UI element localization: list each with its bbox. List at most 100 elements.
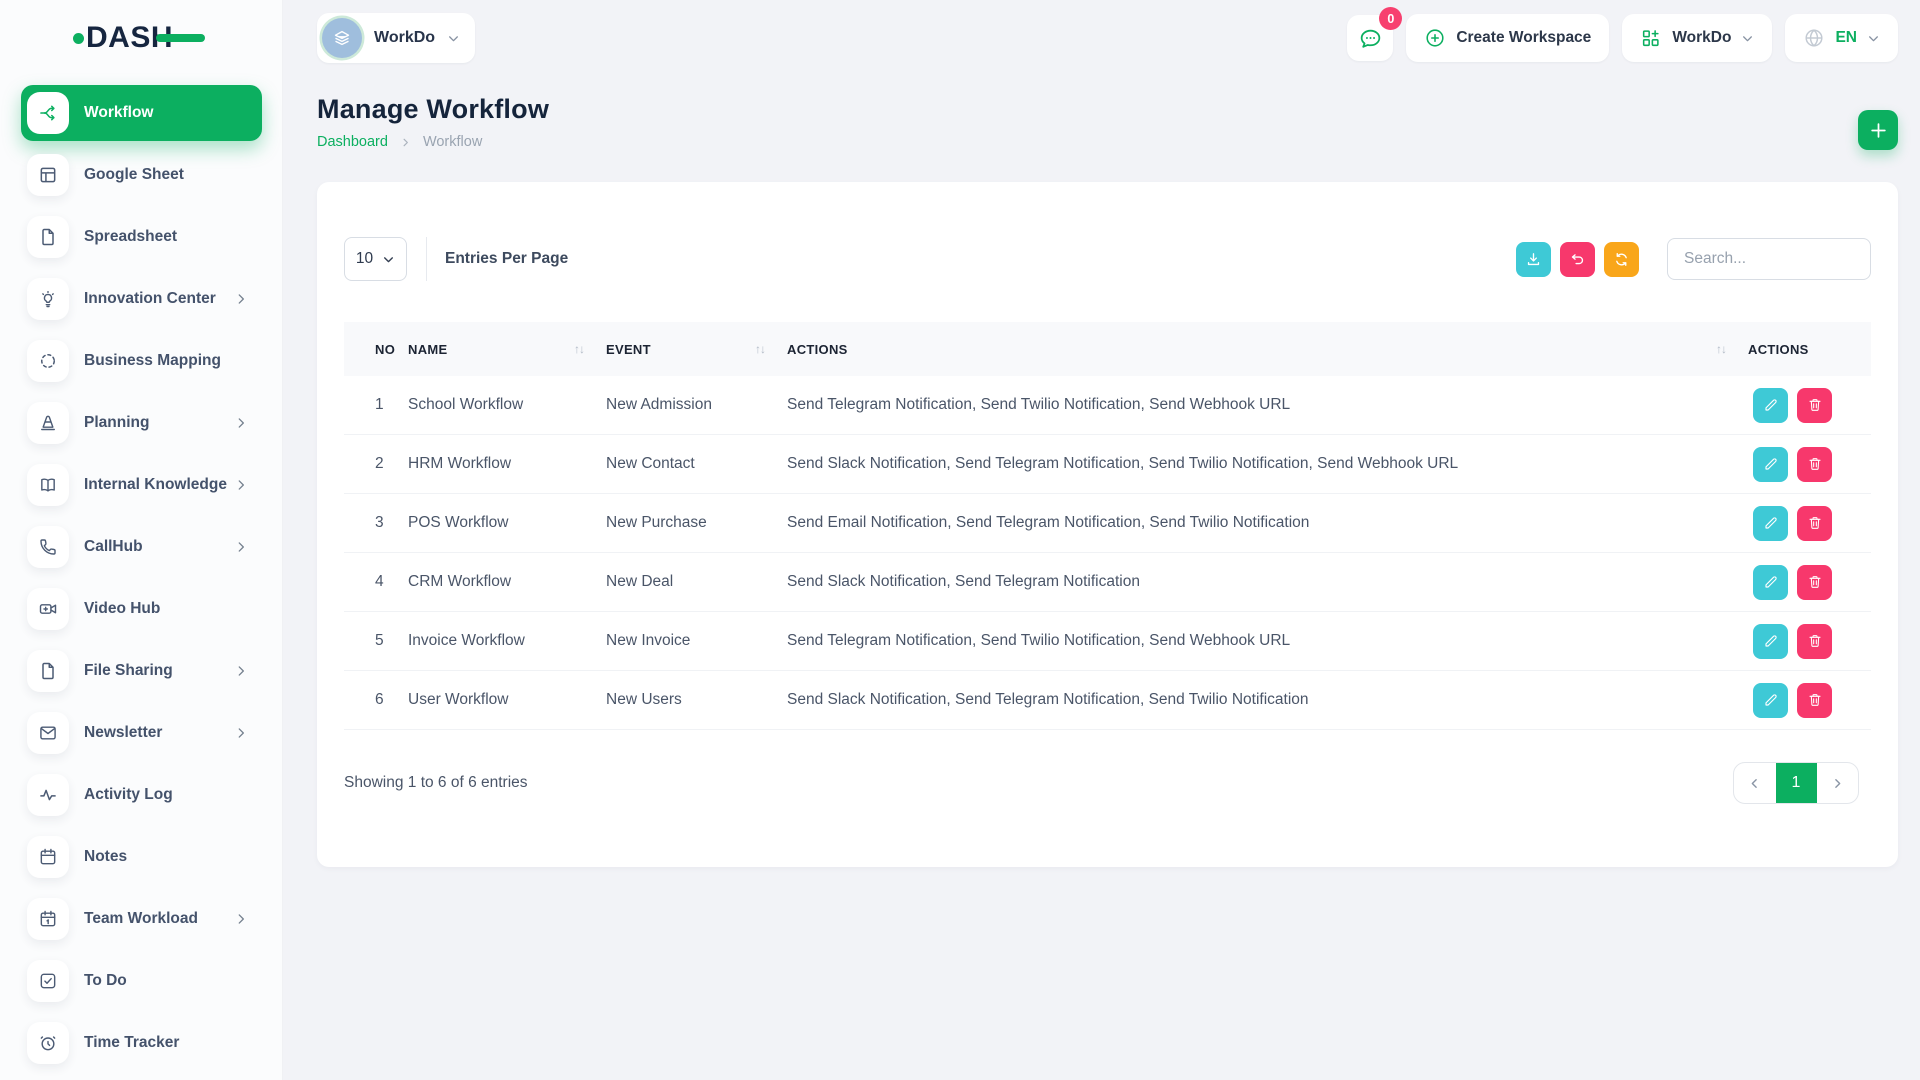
cell-no: 1 [344,396,408,414]
sidebar-item-innovation-center[interactable]: Innovation Center [21,271,262,327]
column-header-event-2[interactable]: EVENT↑↓ [606,342,787,357]
sidebar-item-label: CallHub [84,538,143,556]
sidebar-item-newsletter[interactable]: Newsletter [21,705,262,761]
create-workspace-button[interactable]: Create Workspace [1406,14,1609,62]
chevron-right-icon [234,726,248,740]
edit-button[interactable] [1753,388,1788,423]
workspace-avatar [322,18,362,58]
cell-name: Invoice Workflow [408,632,606,650]
sidebar-item-label: Video Hub [84,600,160,618]
delete-button[interactable] [1797,565,1832,600]
table-footer: Showing 1 to 6 of 6 entries 1 [344,762,1871,804]
edit-button[interactable] [1753,624,1788,659]
cell-no: 2 [344,455,408,473]
create-workspace-label: Create Workspace [1456,29,1591,47]
table-row: 4CRM WorkflowNew DealSend Slack Notifica… [344,553,1871,612]
spreadsheet-icon [27,216,69,258]
breadcrumb-current: Workflow [423,134,482,150]
sidebar-item-workflow[interactable]: Workflow [21,85,262,141]
add-workflow-button[interactable] [1858,110,1898,150]
sidebar-nav: Workflow Google Sheet Spreadsheet Innovatio… [0,76,282,1071]
refresh-icon [1613,251,1630,268]
cell-actions: Send Slack Notification, Send Telegram N… [787,573,1748,591]
column-header-name-1[interactable]: NAME↑↓ [408,342,606,357]
internal-knowledge-icon [27,464,69,506]
breadcrumb-dashboard-link[interactable]: Dashboard [317,134,388,150]
sidebar-item-business-mapping[interactable]: Business Mapping [21,333,262,389]
delete-button[interactable] [1797,506,1832,541]
language-label: EN [1835,29,1857,47]
table-header: NONAME↑↓EVENT↑↓ACTIONS↑↓ACTIONS [344,322,1871,376]
logo: DASH [0,0,282,76]
workflow-card: 10 Entries Per Page NONAME↑↓EVENT↑↓ACTIO… [317,182,1898,867]
cell-event: New Invoice [606,632,787,650]
toolbar-divider [426,237,427,281]
sidebar-item-video-hub[interactable]: Video Hub [21,581,262,637]
sidebar-item-callhub[interactable]: CallHub [21,519,262,575]
cell-event: New Purchase [606,514,787,532]
sidebar-item-spreadsheet[interactable]: Spreadsheet [21,209,262,265]
edit-button[interactable] [1753,447,1788,482]
notes-icon [27,836,69,878]
chevron-left-icon [1748,777,1761,790]
page-title: Manage Workflow [317,94,1898,125]
delete-button[interactable] [1797,683,1832,718]
chevron-right-icon [234,292,248,306]
chevron-down-icon [447,32,460,45]
cell-name: School Workflow [408,396,606,414]
entries-per-page-select[interactable]: 10 [344,237,407,281]
entries-per-page-value: 10 [356,250,373,268]
sidebar-item-team-workload[interactable]: Team Workload [21,891,262,947]
app-switcher[interactable]: WorkDo [1622,14,1772,62]
search-input[interactable] [1667,238,1871,280]
newsletter-icon [27,712,69,754]
sidebar-item-label: Internal Knowledge [84,476,227,494]
pagination-page-1[interactable]: 1 [1776,763,1817,803]
sidebar-item-label: Workflow [84,104,153,122]
chevron-right-icon [1831,777,1844,790]
sidebar-item-internal-knowledge[interactable]: Internal Knowledge [21,457,262,513]
cell-no: 5 [344,632,408,650]
delete-button[interactable] [1797,388,1832,423]
sidebar-item-file-sharing[interactable]: File Sharing [21,643,262,699]
column-header-actions-3[interactable]: ACTIONS↑↓ [787,342,1748,357]
language-selector[interactable]: EN [1785,14,1898,62]
chevron-right-icon [234,664,248,678]
app-switcher-label: WorkDo [1672,29,1731,47]
table-row: 5Invoice WorkflowNew InvoiceSend Telegra… [344,612,1871,671]
sidebar-item-to-do[interactable]: To Do [21,953,262,1009]
undo-icon [1569,251,1586,268]
delete-button[interactable] [1797,447,1832,482]
sidebar-item-planning[interactable]: Planning [21,395,262,451]
pagination-prev-button[interactable] [1734,763,1776,803]
cell-name: User Workflow [408,691,606,709]
sidebar-item-label: Business Mapping [84,352,221,370]
sidebar-item-google-sheet[interactable]: Google Sheet [21,147,262,203]
edit-button[interactable] [1753,565,1788,600]
edit-button[interactable] [1753,506,1788,541]
export-button[interactable] [1516,242,1551,277]
refresh-button[interactable] [1604,242,1639,277]
app-grid-icon [1640,27,1662,49]
plus-icon [1869,121,1888,140]
sidebar-item-label: Newsletter [84,724,162,742]
sidebar-item-time-tracker[interactable]: Time Tracker [21,1015,262,1071]
main-area: WorkDo 0 Create Workspace WorkDo EN [284,0,1920,867]
edit-button[interactable] [1753,683,1788,718]
sidebar-item-label: Innovation Center [84,290,216,308]
column-label: ACTIONS [1748,342,1809,357]
workspace-selector[interactable]: WorkDo [317,13,475,63]
pagination-next-button[interactable] [1817,763,1859,803]
messages-badge: 0 [1379,7,1402,30]
sidebar-item-notes[interactable]: Notes [21,829,262,885]
sidebar-item-activity-log[interactable]: Activity Log [21,767,262,823]
delete-button[interactable] [1797,624,1832,659]
messages-button[interactable]: 0 [1347,15,1393,61]
workspace-name: WorkDo [374,29,435,47]
sort-icon: ↑↓ [574,342,584,356]
table-body: 1School WorkflowNew AdmissionSend Telegr… [344,376,1871,730]
table-row: 2HRM WorkflowNew ContactSend Slack Notif… [344,435,1871,494]
reset-button[interactable] [1560,242,1595,277]
chat-bubble-icon [1358,26,1383,51]
building-icon [330,26,354,50]
